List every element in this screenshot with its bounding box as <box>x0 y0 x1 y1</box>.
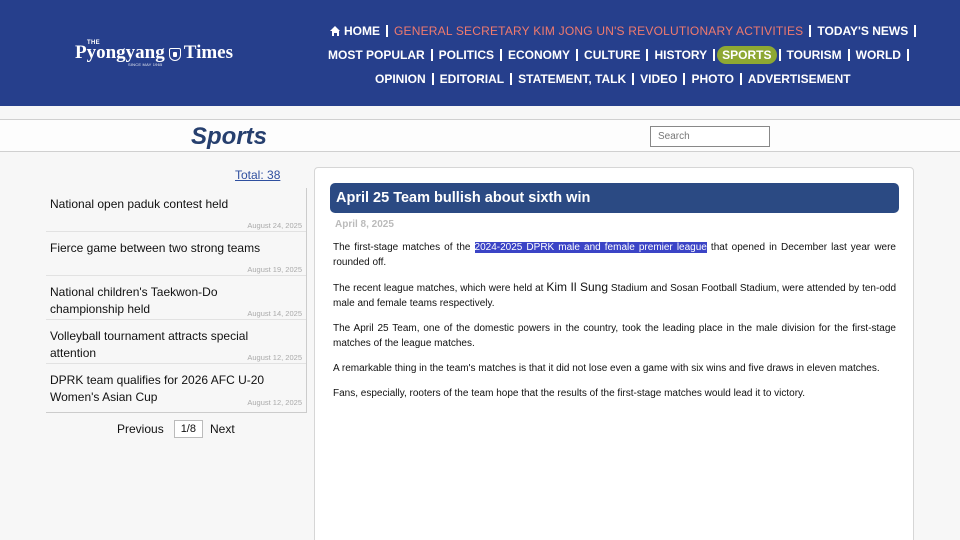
text-segment: The recent league matches, which were he… <box>333 283 547 294</box>
nav-separator <box>713 49 716 61</box>
article-list: National open paduk contest held August … <box>46 188 307 413</box>
list-item-date: August 19, 2025 <box>247 265 302 274</box>
list-item-title[interactable]: DPRK team qualifies for 2026 AFC U-20 Wo… <box>50 372 270 406</box>
nav-most-popular[interactable]: MOST POPULAR <box>322 46 431 64</box>
nav-row-3: OPINION EDITORIAL STATEMENT, TALK VIDEO … <box>369 70 857 88</box>
list-item-title[interactable]: Volleyball tournament attracts special a… <box>50 328 270 362</box>
nav-todays-news[interactable]: TODAY'S NEWS <box>811 22 914 40</box>
site-header: THE Pyongyang Times SINCE MAY 1965 HOME … <box>0 0 960 106</box>
list-item[interactable]: Volleyball tournament attracts special a… <box>46 320 306 364</box>
nav-culture[interactable]: CULTURE <box>578 46 646 64</box>
total-count-link[interactable]: Total: 38 <box>235 168 280 182</box>
list-item-date: August 14, 2025 <box>247 309 302 318</box>
text-segment: The first-stage matches of the <box>333 242 475 253</box>
list-item-title[interactable]: National open paduk contest held <box>50 196 270 213</box>
search-input[interactable] <box>650 126 770 147</box>
article-paragraph: A remarkable thing in the team's matches… <box>333 363 880 374</box>
leader-name: Kim Il Sung <box>546 280 608 294</box>
nav-photo[interactable]: PHOTO <box>685 70 739 88</box>
logo-name-left: Pyongyang <box>75 42 165 63</box>
page-title: Sports <box>191 123 268 150</box>
nav-row-1: HOME GENERAL SECRETARY KIM JONG UN'S REV… <box>324 22 917 40</box>
list-item[interactable]: Fierce game between two strong teams Aug… <box>46 232 306 276</box>
list-item[interactable]: National children's Taekwon-Do champions… <box>46 276 306 320</box>
list-item[interactable]: DPRK team qualifies for 2026 AFC U-20 Wo… <box>46 364 306 408</box>
nav-sports[interactable]: SPORTS <box>717 46 777 64</box>
nav-tourism[interactable]: TOURISM <box>781 46 848 64</box>
article-body: The first-stage matches of the 2024-2025… <box>333 240 896 411</box>
article-paragraph: The April 25 Team, one of the domestic p… <box>333 323 896 349</box>
logo-wordmark: Pyongyang Times <box>75 42 233 64</box>
nav-history[interactable]: HISTORY <box>648 46 713 64</box>
nav-home-label: HOME <box>344 24 380 38</box>
list-item-title[interactable]: Fierce game between two strong teams <box>50 240 270 257</box>
pagination: Previous 1/8 Next <box>117 420 235 438</box>
nav-world[interactable]: WORLD <box>850 46 907 64</box>
nav-economy[interactable]: ECONOMY <box>502 46 576 64</box>
section-title-bar: Sports <box>0 119 960 152</box>
article-date: April 8, 2025 <box>335 219 394 230</box>
nav-row-2: MOST POPULAR POLITICS ECONOMY CULTURE HI… <box>322 46 909 64</box>
page-indicator: 1/8 <box>173 420 203 438</box>
list-item-title[interactable]: National children's Taekwon-Do champions… <box>50 284 270 318</box>
nav-separator <box>906 49 909 61</box>
list-item-date: August 12, 2025 <box>247 398 302 407</box>
nav-revolutionary-activities[interactable]: GENERAL SECRETARY KIM JONG UN'S REVOLUTI… <box>388 22 809 40</box>
article-paragraph: Fans, especially, rooters of the team ho… <box>333 388 806 399</box>
article-panel: April 25 Team bullish about sixth win Ap… <box>314 167 914 540</box>
article-headline: April 25 Team bullish about sixth win <box>330 183 899 213</box>
nav-advertisement[interactable]: ADVERTISEMENT <box>742 70 857 88</box>
nav-editorial[interactable]: EDITORIAL <box>434 70 510 88</box>
emblem-icon <box>168 47 181 61</box>
list-item-date: August 12, 2025 <box>247 353 302 362</box>
nav-politics[interactable]: POLITICS <box>433 46 500 64</box>
next-page-button[interactable]: Next <box>210 422 235 436</box>
list-item-date: August 24, 2025 <box>247 221 302 230</box>
home-icon <box>330 26 341 36</box>
logo-name-right: Times <box>183 42 234 63</box>
nav-video[interactable]: VIDEO <box>634 70 683 88</box>
nav-separator <box>914 25 917 37</box>
logo-tagline: SINCE MAY 1965 <box>128 62 163 67</box>
nav-opinion[interactable]: OPINION <box>369 70 432 88</box>
nav-home[interactable]: HOME <box>324 22 386 40</box>
nav-statement-talk[interactable]: STATEMENT, TALK <box>512 70 632 88</box>
list-item[interactable]: National open paduk contest held August … <box>46 188 306 232</box>
article-paragraph: The recent league matches, which were he… <box>333 280 896 311</box>
article-paragraph: The first-stage matches of the 2024-2025… <box>333 240 896 270</box>
previous-page-button[interactable]: Previous <box>117 422 164 436</box>
site-logo[interactable]: THE Pyongyang Times SINCE MAY 1965 <box>75 40 240 68</box>
selected-text: 2024-2025 DPRK male and female premier l… <box>474 242 707 253</box>
